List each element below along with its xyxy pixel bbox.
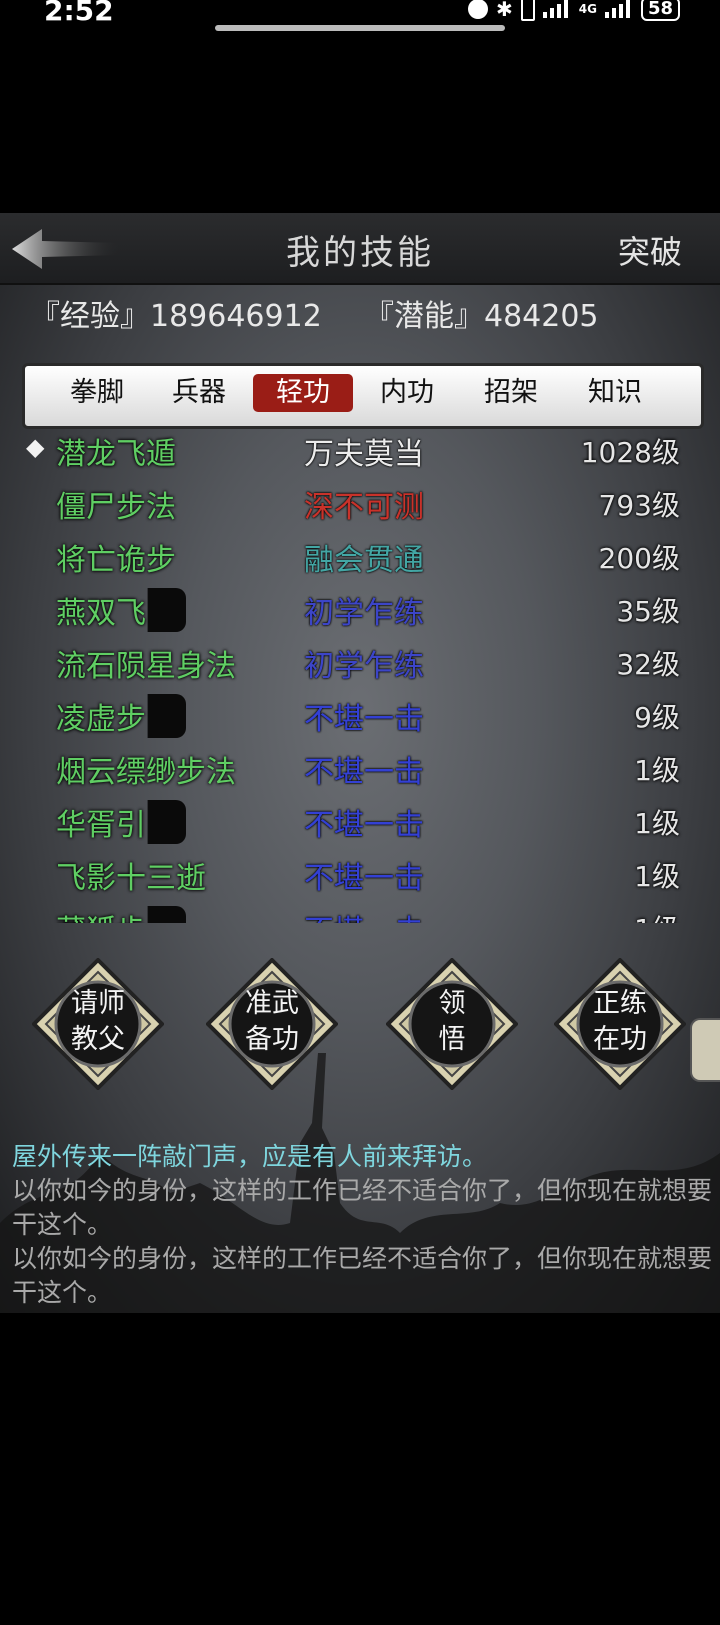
skill-rank: 融会贯通 [304,543,424,578]
skill-rank: 不堪一击 [304,702,424,737]
skill-row[interactable]: 烟云缥缈步法 不堪一击 1级 [22,745,698,795]
home-handle [215,25,505,31]
selected-marker-icon: ◆ [26,433,45,461]
message-log: 屋外传来一阵敲门声，应是有人前来拜访。 以你如今的身份，这样的工作已经不适合你了… [12,1140,712,1310]
title-bar: 我的技能 突破 [0,213,720,285]
network-type: 4G [578,2,597,16]
skill-name: 藏狐步 [56,906,186,923]
message-line: 以你如今的身份，这样的工作已经不适合你了，但你现在就想要干这个。 [12,1176,713,1239]
skill-row[interactable]: 藏狐步 不堪一击 1级 [22,904,698,923]
skill-name: 凌虚步 [56,694,186,738]
skill-rank: 不堪一击 [304,906,424,923]
potential-label: 『潜能』 [364,299,484,334]
skill-level: 793级 [598,489,680,522]
skill-name: 飞影十三逝 [56,861,206,896]
skill-row[interactable]: 流石陨星身法 初学乍练 32级 [22,639,698,689]
skill-row[interactable]: 飞影十三逝 不堪一击 1级 [22,851,698,901]
skill-name: 僵尸步法 [56,490,176,525]
skill-name: 华胥引 [56,800,186,844]
potential-value: 484205 [484,299,599,334]
bluetooth-icon: ✱ [495,0,513,21]
skill-level: 200级 [598,542,680,575]
skill-row[interactable]: 僵尸步法 深不可测 793级 [22,480,698,530]
skill-category-tabs: 拳脚 兵器 轻功 内功 招架 知识 [22,363,704,429]
breakthrough-button[interactable]: 突破 [618,227,682,273]
potential-stat: 『潜能』484205 [364,291,599,335]
signal-icon-2 [604,0,633,18]
skill-rank: 初学乍练 [304,649,424,684]
vibrate-icon [520,0,535,21]
skill-level: 1级 [634,754,680,787]
tab-quanjiao[interactable]: 拳脚 [47,374,147,412]
skill-row[interactable]: 华胥引 不堪一击 1级 [22,798,698,848]
experience-stat: 『经验』189646912 [30,291,322,335]
signal-icon [542,0,571,18]
tab-bingqi[interactable]: 兵器 [149,374,249,412]
stats-row: 『经验』189646912 『潜能』484205 [30,291,710,341]
alarm-icon [467,0,488,19]
battery-icon: 58 [640,0,680,21]
message-line: 以你如今的身份，这样的工作已经不适合你了，但你现在就想要干这个。 [12,1244,713,1307]
skill-name: 流石陨星身法 [56,649,236,684]
skill-rank: 不堪一击 [304,861,424,896]
experience-value: 189646912 [150,299,322,334]
status-icons: ✱ 4G 58 [467,0,680,22]
skill-name: 烟云缥缈步法 [56,755,236,790]
page-title: 我的技能 [286,233,434,273]
skill-rank: 不堪一击 [304,808,424,843]
skill-rank: 初学乍练 [304,596,424,631]
message-line: 屋外传来一阵敲门声，应是有人前来拜访。 [12,1142,488,1171]
skill-row[interactable]: ◆ 潜龙飞遁 万夫莫当 1028级 [22,427,698,477]
skill-level: 1级 [634,908,680,923]
skill-rank: 深不可测 [304,490,424,525]
skill-level: 35级 [616,595,680,628]
skill-row[interactable]: 将亡诡步 融会贯通 200级 [22,533,698,583]
skill-name: 潜龙飞遁 [56,437,176,472]
skill-level: 9级 [634,701,680,734]
tab-neigong[interactable]: 内功 [357,374,457,412]
skill-name: 燕双飞 [56,588,186,632]
skill-row[interactable]: 燕双飞 初学乍练 35级 [22,586,698,636]
skill-level: 1028级 [580,436,680,469]
tab-qinggong[interactable]: 轻功 [253,374,353,412]
skill-rank: 不堪一击 [304,755,424,790]
skill-name: 将亡诡步 [56,543,176,578]
skill-list: ◆ 潜龙飞遁 万夫莫当 1028级 僵尸步法 深不可测 793级 将亡诡步 融会… [22,423,698,923]
skill-level: 1级 [634,860,680,893]
skill-row[interactable]: 凌虚步 不堪一击 9级 [22,692,698,742]
status-time: 2:52 [44,0,114,27]
skill-level: 1级 [634,807,680,840]
tab-zhaojia[interactable]: 招架 [461,374,561,412]
experience-label: 『经验』 [30,299,150,334]
skill-rank: 万夫莫当 [304,437,424,472]
tab-zhishi[interactable]: 知识 [565,374,665,412]
skill-level: 32级 [616,648,680,681]
status-bar: 2:52 ✱ 4G 58 [0,0,720,40]
